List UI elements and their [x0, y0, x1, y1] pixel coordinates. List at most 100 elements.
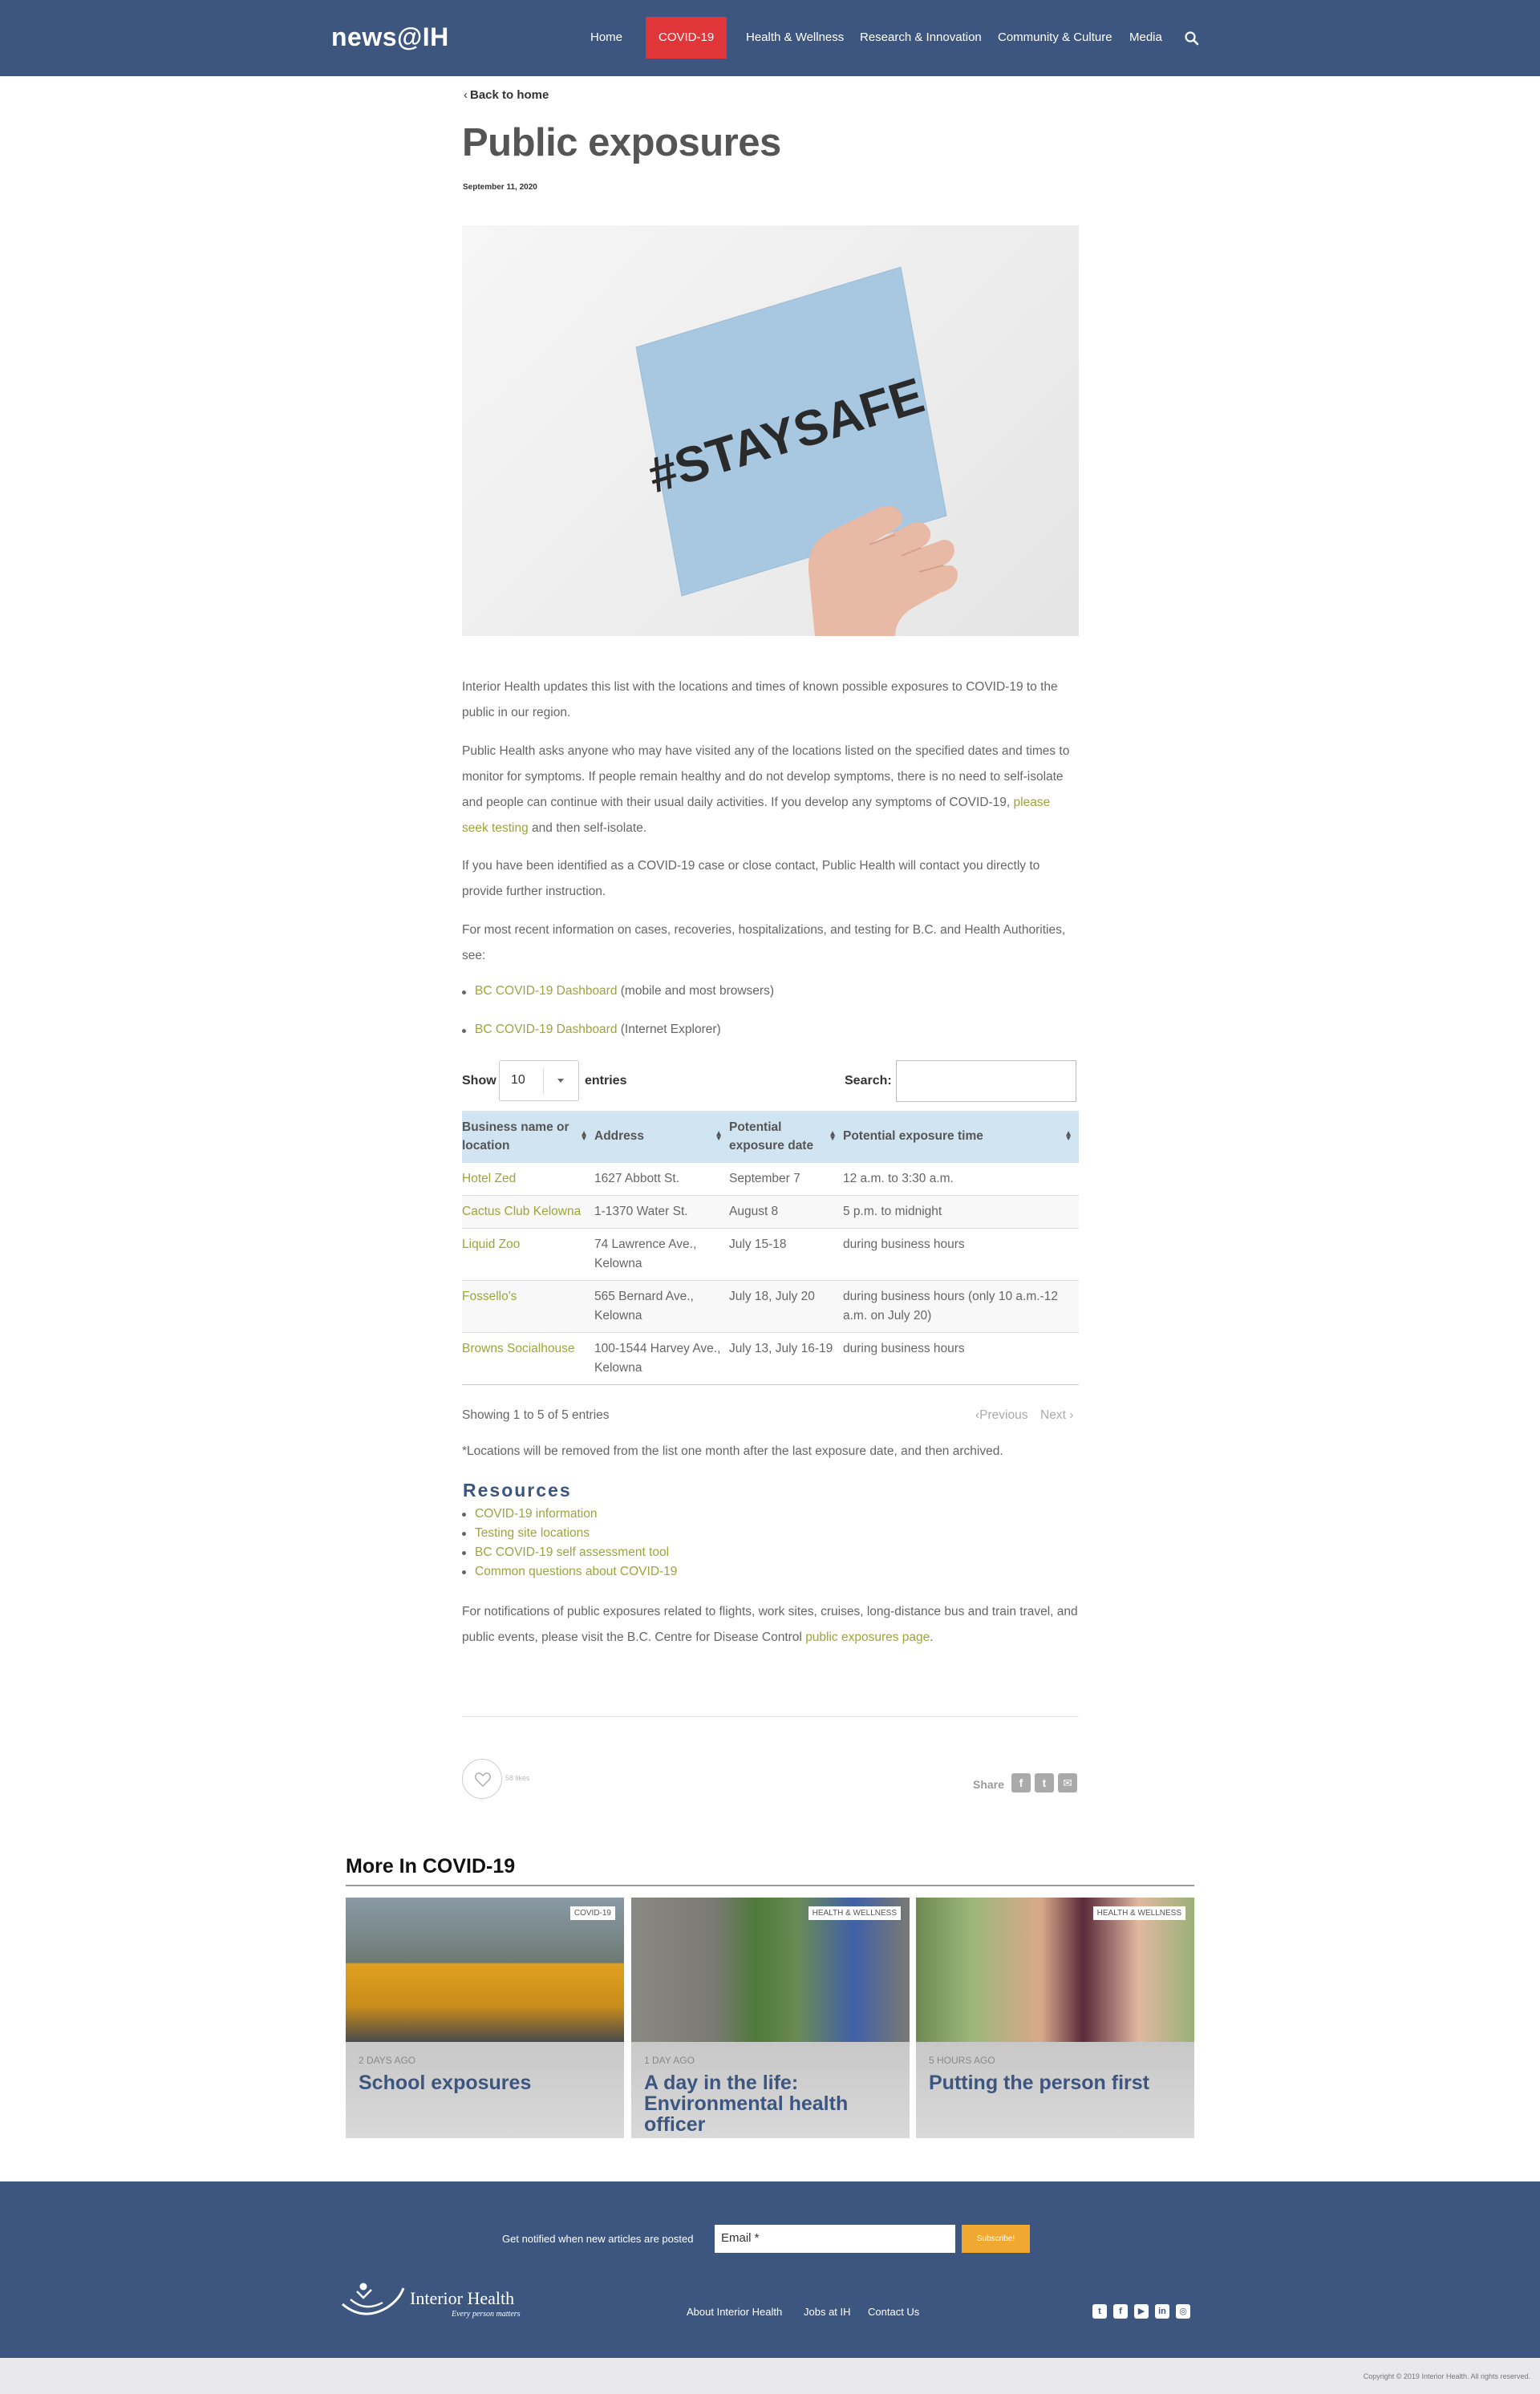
- location-link[interactable]: Fossello's: [462, 1290, 517, 1303]
- list-item: Testing site locations: [462, 1524, 677, 1543]
- table-search-input[interactable]: [896, 1060, 1076, 1102]
- column-header-time[interactable]: Potential exposure time ▲ ▼: [843, 1111, 1079, 1162]
- chevron-down-icon: [557, 1079, 564, 1083]
- column-header-business[interactable]: Business name or location ▲ ▼: [462, 1111, 594, 1162]
- link-note: (Internet Explorer): [617, 1023, 721, 1036]
- publish-date: September 11, 2020: [463, 183, 537, 192]
- next-page-button[interactable]: Next ›: [1040, 1408, 1073, 1423]
- email-icon[interactable]: ✉: [1058, 1773, 1077, 1792]
- time-cell: during business hours: [843, 1331, 1079, 1385]
- likes-count: 58 likes: [505, 1774, 530, 1782]
- back-to-home-link[interactable]: ‹ Back to home: [464, 88, 549, 102]
- entries-select[interactable]: 10: [499, 1060, 579, 1101]
- subscribe-button[interactable]: Subscribe!: [962, 2225, 1030, 2253]
- category-badge: HEALTH & WELLNESS: [808, 1906, 901, 1920]
- self-assessment-link[interactable]: BC COVID-19 self assessment tool: [475, 1545, 669, 1559]
- nav-covid19[interactable]: COVID-19: [646, 17, 727, 59]
- search-label: Search:: [845, 1074, 892, 1088]
- card-timestamp: 1 day ago: [644, 2055, 695, 2066]
- facebook-icon[interactable]: f: [1113, 2304, 1128, 2319]
- bc-dashboard-link[interactable]: BC COVID-19 Dashboard: [475, 984, 617, 998]
- contact-link[interactable]: Contact Us: [868, 2306, 919, 2318]
- card-title: School exposures: [359, 2072, 532, 2094]
- card-title: Putting the person first: [929, 2072, 1149, 2094]
- table-info: Showing 1 to 5 of 5 entries: [462, 1408, 610, 1422]
- chevron-left-icon: ‹: [464, 88, 468, 102]
- table-row: Hotel Zed 1627 Abbott St. September 7 12…: [462, 1161, 1079, 1195]
- more-section-title: More In COVID-19: [346, 1855, 516, 1878]
- paragraph-text: and then self-isolate.: [528, 821, 647, 835]
- like-button[interactable]: [462, 1759, 502, 1799]
- date-cell: July 18, July 20: [729, 1279, 843, 1332]
- twitter-icon[interactable]: t: [1035, 1773, 1054, 1792]
- table-row: Fossello's 565 Bernard Ave., Kelowna Jul…: [462, 1279, 1079, 1332]
- list-item: BC COVID-19 Dashboard (mobile and most b…: [462, 984, 774, 999]
- email-input[interactable]: Email *: [715, 2225, 955, 2253]
- youtube-icon[interactable]: ▶: [1134, 2304, 1149, 2319]
- nav-media[interactable]: Media: [1129, 0, 1162, 76]
- site-logo[interactable]: news@IH: [331, 22, 449, 52]
- list-item: BC COVID-19 Dashboard (Internet Explorer…: [462, 1023, 721, 1037]
- linkedin-icon[interactable]: in: [1155, 2304, 1169, 2319]
- interior-health-logo-mark: Interior Health Every person matters: [342, 2283, 521, 2319]
- previous-page-button[interactable]: ‹Previous: [975, 1408, 1027, 1423]
- sort-icon: ▲ ▼: [580, 1129, 588, 1143]
- column-header-address[interactable]: Address ▲ ▼: [594, 1111, 729, 1162]
- article-card[interactable]: COVID-19 2 days ago School exposures: [346, 1898, 624, 2138]
- category-badge: COVID-19: [569, 1906, 615, 1920]
- facebook-icon[interactable]: f: [1011, 1773, 1031, 1792]
- newsletter-prompt: Get notified when new articles are poste…: [502, 2233, 694, 2245]
- date-cell: July 13, July 16-19: [729, 1331, 843, 1385]
- copyright: Copyright © 2019 Interior Health. All ri…: [1363, 2372, 1530, 2380]
- section-divider: [346, 1885, 1194, 1886]
- location-link[interactable]: Liquid Zoo: [462, 1238, 520, 1251]
- interior-health-logo[interactable]: Interior Health Every person matters: [339, 2280, 524, 2326]
- covid-info-link[interactable]: COVID-19 information: [475, 1507, 597, 1521]
- sort-icon: ▲ ▼: [829, 1129, 837, 1143]
- column-header-date[interactable]: Potential exposure date ▲ ▼: [729, 1111, 843, 1162]
- closing-paragraph: For notifications of public exposures re…: [462, 1599, 1080, 1651]
- date-cell: July 15-18: [729, 1227, 843, 1280]
- entries-label: entries: [585, 1074, 627, 1088]
- jobs-link[interactable]: Jobs at IH: [804, 2306, 851, 2318]
- category-badge: HEALTH & WELLNESS: [1092, 1906, 1185, 1920]
- about-link[interactable]: About Interior Health: [687, 2306, 782, 2318]
- footnote: *Locations will be removed from the list…: [462, 1444, 1003, 1458]
- location-link[interactable]: Hotel Zed: [462, 1172, 516, 1185]
- table-header-row: Business name or location ▲ ▼ Address ▲ ▼ Po…: [462, 1111, 1079, 1162]
- nav-home[interactable]: Home: [590, 0, 622, 76]
- testing-sites-link[interactable]: Testing site locations: [475, 1526, 590, 1540]
- article-card[interactable]: HEALTH & WELLNESS 5 hours ago Putting th…: [916, 1898, 1194, 2138]
- twitter-icon[interactable]: t: [1092, 2304, 1107, 2319]
- location-link[interactable]: Browns Socialhouse: [462, 1342, 574, 1355]
- address-cell: 100-1544 Harvey Ave., Kelowna: [594, 1331, 729, 1385]
- card-title: A day in the life: Environmental health …: [644, 2072, 849, 2136]
- resources-heading: Resources: [463, 1480, 572, 1501]
- email-placeholder: Email *: [721, 2231, 760, 2245]
- nav-research-innovation[interactable]: Research & Innovation: [860, 0, 982, 76]
- divider: [462, 1716, 1079, 1717]
- instagram-icon[interactable]: ◎: [1176, 2304, 1190, 2319]
- search-icon[interactable]: [1184, 30, 1200, 47]
- public-exposures-page-link[interactable]: public exposures page: [805, 1630, 930, 1644]
- recent-info-paragraph: For most recent information on cases, re…: [462, 923, 1066, 962]
- card-timestamp: 2 days ago: [359, 2055, 416, 2066]
- paragraph-text: .: [930, 1630, 934, 1644]
- list-item: BC COVID-19 self assessment tool: [462, 1543, 677, 1562]
- nav-health-wellness[interactable]: Health & Wellness: [746, 0, 844, 76]
- public-health-paragraph: Public Health asks anyone who may have v…: [462, 739, 1080, 841]
- common-questions-link[interactable]: Common questions about COVID-19: [475, 1565, 677, 1578]
- time-cell: during business hours: [843, 1227, 1079, 1280]
- resources-list: COVID-19 information Testing site locati…: [462, 1505, 677, 1582]
- logo-tagline: Every person matters: [451, 2310, 521, 2319]
- bc-dashboard-ie-link[interactable]: BC COVID-19 Dashboard: [475, 1023, 617, 1036]
- nav-community-culture[interactable]: Community & Culture: [998, 0, 1112, 76]
- share-label: Share: [973, 1778, 1004, 1791]
- time-cell: 5 p.m. to midnight: [843, 1194, 1079, 1228]
- article-card[interactable]: HEALTH & WELLNESS 1 day ago A day in the…: [631, 1898, 910, 2138]
- page-title: Public exposures: [462, 121, 781, 164]
- location-link[interactable]: Cactus Club Kelowna: [462, 1205, 581, 1218]
- date-cell: September 7: [729, 1161, 843, 1195]
- select-divider: [543, 1067, 544, 1095]
- contact-paragraph: If you have been identified as a COVID-1…: [462, 859, 1040, 898]
